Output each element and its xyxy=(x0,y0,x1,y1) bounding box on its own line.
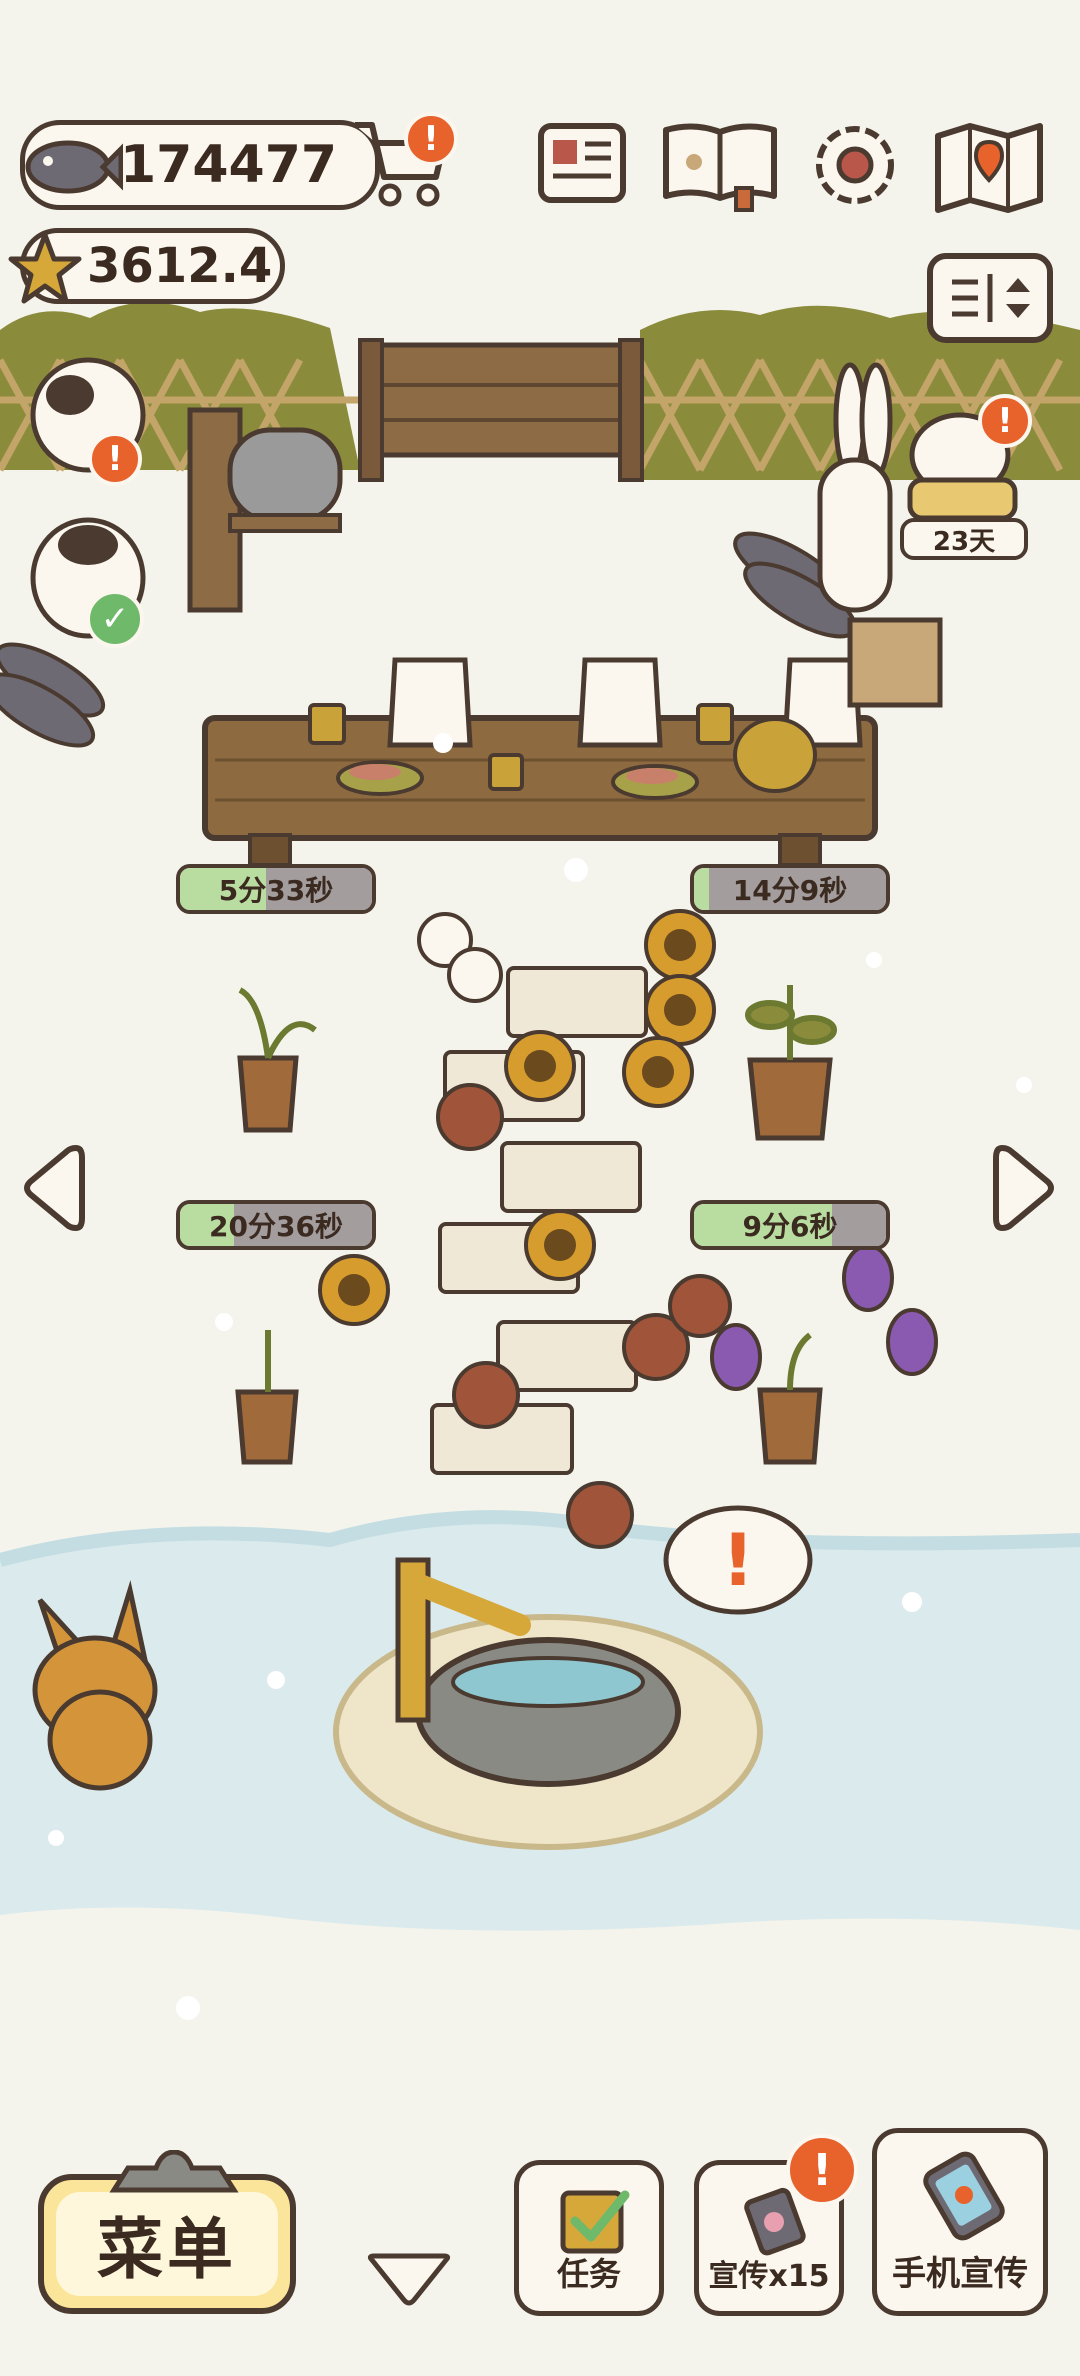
promo-label: 宣传x15 xyxy=(708,2259,830,2294)
cat-alert-badge: ! xyxy=(88,432,142,486)
paw-book-icon xyxy=(663,123,777,212)
fish-currency-icon xyxy=(25,140,123,194)
phone-promo-button[interactable]: 手机宣传 xyxy=(872,2128,1048,2316)
plot-timer-4: 9分6秒 xyxy=(690,1200,890,1250)
menu-button[interactable]: 菜单 xyxy=(38,2150,296,2314)
newspaper-button[interactable] xyxy=(535,118,630,208)
visitor-alert-badge: ! xyxy=(978,394,1032,448)
promo-alert-badge: ! xyxy=(786,2134,858,2206)
plot-timer-2-label: 14分9秒 xyxy=(732,874,848,907)
plot-timer-4-label: 9分6秒 xyxy=(742,1210,838,1243)
cat-check-badge: ✓ xyxy=(86,590,144,648)
next-area-button[interactable] xyxy=(992,1140,1058,1236)
star-currency-pill: 3612.4 xyxy=(8,228,285,304)
plot-timer-1: 5分33秒 xyxy=(176,864,376,914)
cart-alert-badge: ! xyxy=(404,112,458,166)
settings-button[interactable] xyxy=(808,118,903,213)
chevron-down-icon xyxy=(367,2253,451,2306)
fish-currency-pill: 174477 xyxy=(20,120,380,210)
phone-icon xyxy=(923,2151,1005,2241)
plot-timer-3: 20分36秒 xyxy=(176,1200,376,1250)
plot-timer-2-fill xyxy=(694,868,710,910)
tasks-button[interactable]: 任务 xyxy=(514,2160,664,2316)
phone-promo-label: 手机宣传 xyxy=(892,2254,1028,2294)
mailbox[interactable] xyxy=(228,428,343,533)
sort-arrows-icon xyxy=(927,253,1053,343)
fountain[interactable] xyxy=(340,1560,760,1840)
map-icon xyxy=(935,123,1043,213)
arrow-left-icon xyxy=(24,1144,85,1232)
catalog-book-button[interactable] xyxy=(660,118,780,213)
gear-icon xyxy=(816,126,894,204)
star-currency-icon xyxy=(8,232,82,304)
arrow-right-icon xyxy=(993,1144,1054,1232)
plot-timer-2: 14分9秒 xyxy=(690,864,890,914)
star-currency-value: 3612.4 xyxy=(87,238,273,294)
collapse-button[interactable] xyxy=(364,2250,454,2310)
menu-label: 菜单 xyxy=(97,2211,237,2288)
newspaper-icon xyxy=(538,123,626,203)
checkbox-icon xyxy=(560,2190,630,2254)
plot-timer-1-label: 5分33秒 xyxy=(218,874,334,907)
layout-toggle-button[interactable] xyxy=(926,252,1054,344)
fox-cat[interactable] xyxy=(30,1590,210,1790)
map-button[interactable] xyxy=(932,118,1047,218)
previous-area-button[interactable] xyxy=(20,1140,86,1236)
fish-currency-value: 174477 xyxy=(120,135,338,195)
scene-background: ! xyxy=(0,0,1080,2376)
visitor-days-label: 23天 xyxy=(900,518,1028,560)
clipboard-clip-icon xyxy=(109,2150,239,2193)
plot-timer-3-label: 20分36秒 xyxy=(209,1210,343,1243)
